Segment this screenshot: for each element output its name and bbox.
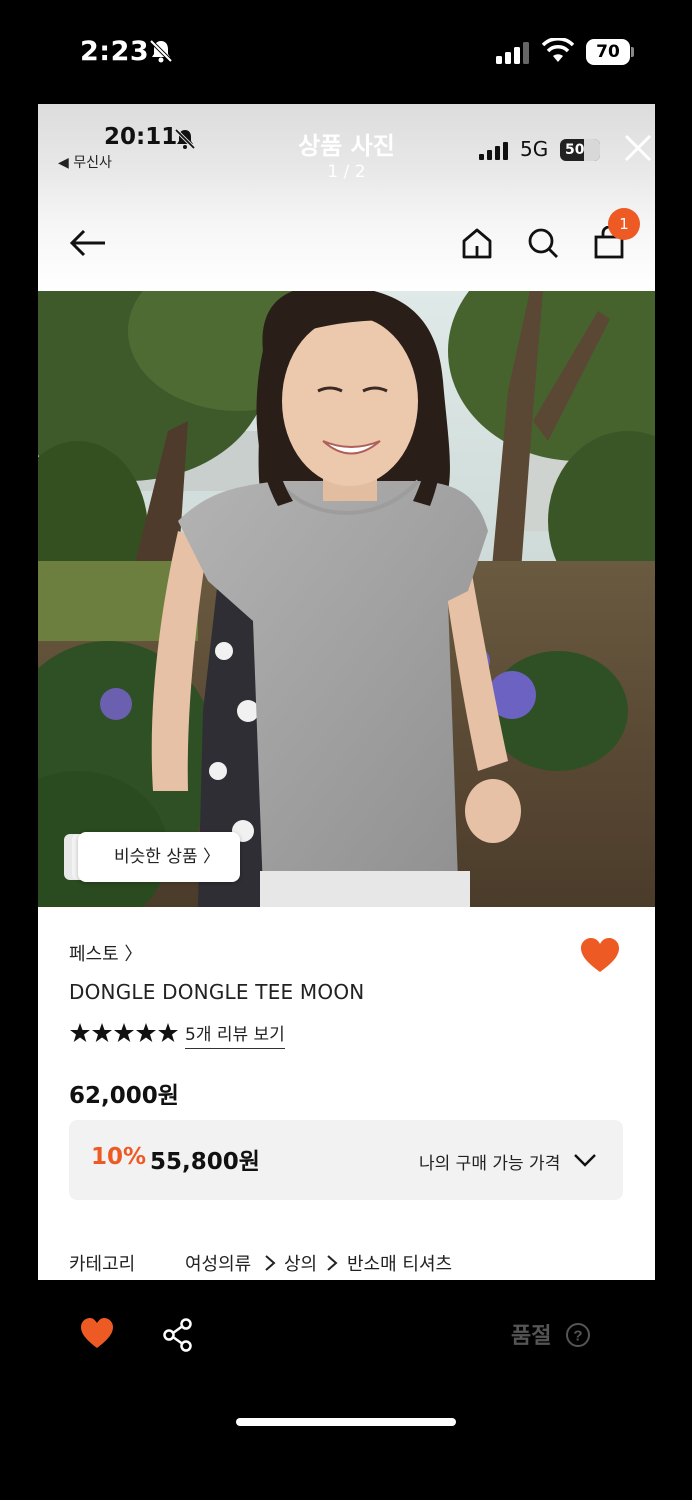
soldout-status: 품절 — [511, 1324, 552, 1349]
original-price: 62,000원 — [69, 1083, 179, 1109]
star-icon — [70, 1023, 90, 1042]
category-crumb[interactable]: 반소매 티셔츠 — [347, 1250, 452, 1276]
sale-price: 55,800원 — [150, 1149, 260, 1175]
home-indicator[interactable] — [236, 1418, 456, 1426]
star-icon — [92, 1023, 112, 1042]
battery-icon: 70 — [586, 39, 634, 65]
price-box[interactable]: 10% 55,800원 나의 구매 가능 가격 — [69, 1120, 623, 1200]
inner-header: 20:11 ◀ 무신사 5G 50 상품 사진 1 / 2 1 — [38, 104, 655, 292]
chevron-right-icon — [265, 1255, 276, 1271]
my-price-label: 나의 구매 가능 가격 — [419, 1154, 561, 1174]
home-icon[interactable] — [460, 226, 494, 260]
discount-rate: 10% — [91, 1144, 147, 1170]
product-photo-image — [38, 291, 655, 907]
rating-stars — [70, 1023, 178, 1042]
svg-text:?: ? — [573, 1328, 582, 1345]
search-icon[interactable] — [526, 226, 560, 260]
photo-viewer: 20:11 ◀ 무신사 5G 50 상품 사진 1 / 2 1 비슷한 상품 〉… — [38, 104, 655, 1280]
share-icon[interactable] — [162, 1318, 194, 1352]
photo-counter: 1 / 2 — [327, 162, 366, 182]
viewer-title: 상품 사진 — [298, 132, 395, 160]
heart-icon[interactable] — [80, 1318, 114, 1350]
heart-icon[interactable] — [580, 938, 620, 974]
product-name: DONGLE DONGLE TEE MOON — [69, 980, 365, 1004]
outer-time: 2:23 — [80, 36, 150, 67]
category-crumb[interactable]: 상의 — [284, 1250, 317, 1276]
star-icon — [158, 1023, 178, 1042]
product-photo[interactable] — [38, 291, 655, 907]
category-label: 카테고리 — [69, 1254, 136, 1275]
signal-icon — [496, 42, 529, 64]
category-crumb[interactable]: 여성의류 — [185, 1250, 251, 1276]
star-icon — [136, 1023, 156, 1042]
chevron-down-icon[interactable] — [573, 1150, 597, 1170]
review-link[interactable]: 5개 리뷰 보기 — [185, 1020, 285, 1049]
close-icon[interactable] — [622, 132, 654, 164]
help-icon[interactable]: ? — [565, 1322, 591, 1348]
star-icon — [114, 1023, 134, 1042]
similar-products-button[interactable]: 비슷한 상품 〉 — [78, 832, 240, 882]
back-arrow-icon[interactable] — [68, 228, 108, 258]
chevron-right-icon — [327, 1255, 338, 1271]
outer-status-bar: 2:23 70 — [0, 0, 692, 104]
bell-slash-icon — [149, 39, 173, 63]
cart-count-badge: 1 — [608, 208, 640, 240]
wifi-icon — [542, 38, 574, 62]
brand-link[interactable]: 페스토 〉 — [69, 940, 142, 966]
battery-level: 70 — [586, 39, 630, 65]
